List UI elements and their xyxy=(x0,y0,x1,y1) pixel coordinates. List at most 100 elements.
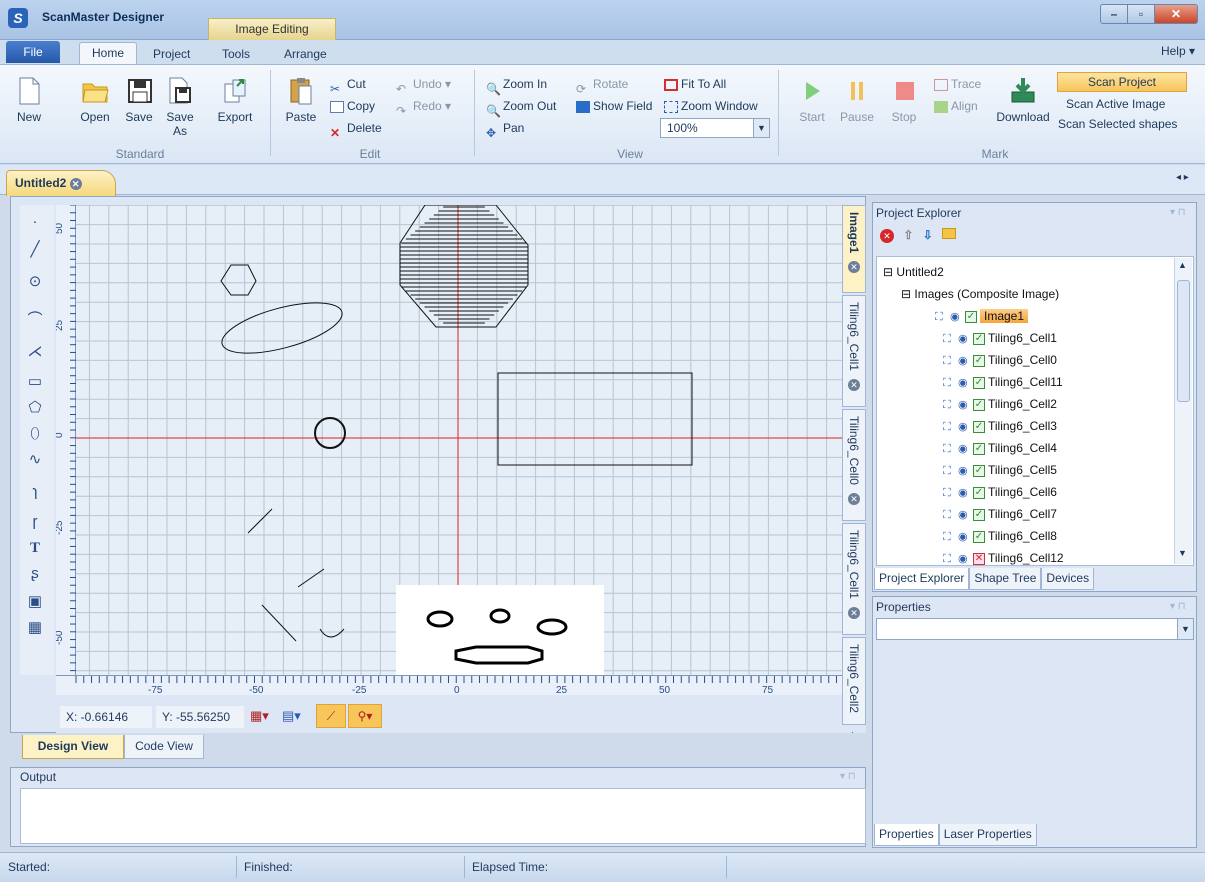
tree-item[interactable]: ⛶ ◉ ✓ Tiling6_Cell11 xyxy=(943,371,1193,393)
tree-item[interactable]: ⛶ ◉ ✓ Tiling6_Cell4 xyxy=(943,437,1193,459)
checked-checkbox-icon[interactable]: ✓ xyxy=(965,310,977,323)
scrollbar-thumb[interactable] xyxy=(1177,280,1190,402)
visibility-eye-icon[interactable]: ◉ xyxy=(958,399,970,410)
paste-button[interactable]: Paste xyxy=(278,76,324,124)
tree-item[interactable]: ⛶ ◉ ✓ Image1 xyxy=(935,305,1193,327)
undo-button[interactable]: ↶ Undo ▾ xyxy=(396,74,451,96)
tab-project[interactable]: Project xyxy=(145,44,198,64)
line-shape[interactable] xyxy=(261,604,297,642)
fit-to-all-button[interactable]: Fit To All xyxy=(664,74,726,94)
open-folder-icon[interactable] xyxy=(942,228,957,239)
context-tab-image-editing[interactable]: Image Editing xyxy=(208,18,336,40)
tab-shape-tree[interactable]: Shape Tree xyxy=(969,568,1042,590)
visibility-eye-icon[interactable]: ◉ xyxy=(958,553,970,564)
tab-design-view[interactable]: Design View xyxy=(22,735,124,759)
close-tab-icon[interactable]: ✕ xyxy=(848,378,860,391)
ellipse-tool-icon[interactable]: ⬯ xyxy=(24,423,46,445)
zoom-in-button[interactable]: 🔍 Zoom In xyxy=(486,74,547,96)
stop-button[interactable]: Stop xyxy=(884,76,924,124)
tree-root[interactable]: ⊟ Untitled2 xyxy=(883,261,1183,283)
file-tab[interactable]: File xyxy=(6,41,60,63)
curve-tool-icon[interactable]: ∿ xyxy=(24,449,46,471)
document-tab[interactable]: Untitled2 ✕ xyxy=(6,170,116,196)
pause-button[interactable]: Pause xyxy=(836,76,878,124)
chevron-down-icon[interactable]: ▼ xyxy=(753,119,769,137)
checked-checkbox-icon[interactable]: ✓ xyxy=(973,420,985,433)
maximize-button[interactable]: ▫ xyxy=(1127,4,1155,24)
output-text-area[interactable] xyxy=(20,788,866,844)
tab-arrange[interactable]: Arrange xyxy=(276,44,335,64)
text-tool-icon[interactable]: T xyxy=(24,537,46,559)
chevron-down-icon[interactable]: ▼ xyxy=(1177,619,1193,639)
open-button[interactable]: Open xyxy=(72,76,118,124)
line-tool-icon[interactable]: ╱ xyxy=(24,239,46,261)
visibility-eye-icon[interactable]: ◉ xyxy=(958,487,970,498)
image-tab[interactable]: Image1 ✕ xyxy=(842,205,866,293)
close-button[interactable]: ✕ xyxy=(1154,4,1198,24)
delete-button[interactable]: ✕ Delete xyxy=(330,118,382,140)
tree-item[interactable]: ⛶ ◉ ✓ Tiling6_Cell0 xyxy=(943,349,1193,371)
visibility-eye-icon[interactable]: ◉ xyxy=(958,531,970,542)
hexagon-shape[interactable] xyxy=(220,264,257,296)
copy-button[interactable]: Copy xyxy=(330,96,375,116)
freehand-tool-icon[interactable]: ʂ xyxy=(24,563,46,585)
app-logo-icon[interactable]: S xyxy=(8,8,28,28)
snap-to-object-icon[interactable]: ⚲▾ xyxy=(348,704,382,728)
image-tab[interactable]: Tiling6_Cell0 ✕ xyxy=(842,409,866,521)
show-field-button[interactable]: Show Field xyxy=(576,96,652,116)
visibility-eye-icon[interactable]: ◉ xyxy=(958,509,970,520)
collapse-icon[interactable]: ⊟ xyxy=(883,265,893,279)
scan-project-button[interactable]: Scan Project xyxy=(1057,72,1187,92)
arc-shape[interactable] xyxy=(319,628,345,638)
cut-button[interactable]: ✂ Cut xyxy=(330,74,366,96)
close-tab-icon[interactable]: ✕ xyxy=(69,177,82,190)
arc-tool-icon[interactable]: ⌒ xyxy=(24,309,46,331)
checked-checkbox-icon[interactable]: ✓ xyxy=(973,486,985,499)
tree-item[interactable]: ⛶ ◉ ✓ Tiling6_Cell1 xyxy=(943,327,1193,349)
tree-item[interactable]: ⛶ ◉ ✓ Tiling6_Cell6 xyxy=(943,481,1193,503)
tree-item[interactable]: ⛶ ◉ ✓ Tiling6_Cell7 xyxy=(943,503,1193,525)
pin-icon[interactable]: ▾ ⊓ xyxy=(1170,207,1186,218)
tab-properties[interactable]: Properties xyxy=(874,824,939,846)
point-tool-icon[interactable]: · xyxy=(24,211,46,233)
zoom-out-button[interactable]: 🔍 Zoom Out xyxy=(486,96,556,118)
tree-item[interactable]: ⛶ ◉ ✓ Tiling6_Cell2 xyxy=(943,393,1193,415)
polygon-tool-icon[interactable]: ⬠ xyxy=(24,397,46,419)
trace-button[interactable]: Trace xyxy=(934,74,981,94)
image-shape[interactable] xyxy=(396,585,604,675)
checked-checkbox-icon[interactable]: ✓ xyxy=(973,530,985,543)
visibility-eye-icon[interactable]: ◉ xyxy=(958,443,970,454)
visibility-eye-icon[interactable]: ◉ xyxy=(950,311,962,322)
close-tab-icon[interactable]: ✕ xyxy=(848,261,860,274)
tab-laser-properties[interactable]: Laser Properties xyxy=(938,824,1037,846)
collapse-icon[interactable]: ⊟ xyxy=(901,287,911,301)
image-tool-icon[interactable]: ▣ xyxy=(24,591,46,613)
circle-shape[interactable] xyxy=(314,417,346,449)
tree-scrollbar[interactable]: ▲ ▼ xyxy=(1174,258,1192,564)
line-shape[interactable] xyxy=(297,568,325,588)
drawing-canvas[interactable] xyxy=(76,205,842,675)
visibility-eye-icon[interactable]: ◉ xyxy=(958,355,970,366)
spiral-tool-icon[interactable]: ɿ xyxy=(24,481,46,503)
polyline-tool-icon[interactable]: ⋌ xyxy=(24,341,46,363)
snap-to-grid-icon[interactable]: ⟋ xyxy=(316,704,346,728)
pan-button[interactable]: ✥ Pan xyxy=(486,118,524,140)
export-button[interactable]: Export xyxy=(212,76,258,124)
pin-icon[interactable]: ▾ ⊓ xyxy=(1170,601,1186,612)
help-menu[interactable]: Help ▾ xyxy=(1161,44,1195,58)
tab-code-view[interactable]: Code View xyxy=(124,735,204,759)
tab-home[interactable]: Home xyxy=(79,42,137,65)
checked-checkbox-icon[interactable]: ✓ xyxy=(973,376,985,389)
visibility-eye-icon[interactable]: ◉ xyxy=(958,421,970,432)
checked-checkbox-icon[interactable]: ✓ xyxy=(973,508,985,521)
checked-checkbox-icon[interactable]: ✓ xyxy=(973,442,985,455)
zoom-level-select[interactable]: 100% ▼ xyxy=(660,118,770,138)
ellipse-shape[interactable] xyxy=(217,293,347,364)
tree-item[interactable]: ⛶ ◉ ✓ Tiling6_Cell8 xyxy=(943,525,1193,547)
tree-item[interactable]: ⛶ ◉ ✕ Tiling6_Cell12 xyxy=(943,547,1193,565)
new-button[interactable]: New xyxy=(6,76,52,124)
scroll-up-icon[interactable]: ▲ xyxy=(1178,260,1187,270)
tab-scroll-arrows-icon[interactable]: ◂ ▸ xyxy=(1176,172,1189,183)
tab-devices[interactable]: Devices xyxy=(1041,568,1095,590)
rotate-button[interactable]: ⟳ Rotate xyxy=(576,74,628,96)
